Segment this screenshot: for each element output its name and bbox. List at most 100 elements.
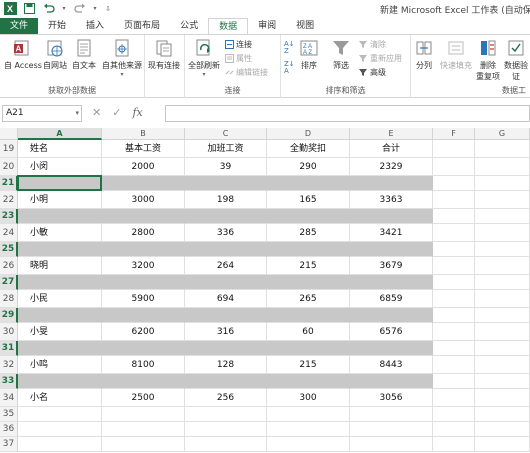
cell-a19[interactable]: 姓名 (18, 140, 102, 158)
cell-d28[interactable]: 265 (267, 290, 350, 308)
cell-b33[interactable] (102, 374, 185, 389)
cell-f36[interactable] (433, 422, 475, 437)
cell-e23[interactable] (350, 209, 433, 224)
from-other-sources-button[interactable]: 自其他来源 ▾ (102, 38, 142, 78)
cell-g26[interactable] (475, 257, 530, 275)
column-header-g[interactable]: G (475, 128, 530, 140)
redo-dropdown-icon[interactable]: ▾ (92, 2, 98, 15)
cell-f27[interactable] (433, 275, 475, 290)
row-header-21[interactable]: 21 (0, 176, 18, 191)
cell-a26[interactable]: 晓明 (18, 257, 102, 275)
cell-a33[interactable] (18, 374, 102, 389)
cell-d23[interactable] (267, 209, 350, 224)
cell-e35[interactable] (350, 407, 433, 422)
cell-f31[interactable] (433, 341, 475, 356)
cell-b29[interactable] (102, 308, 185, 323)
edit-links-button[interactable]: 编辑链接 (225, 67, 268, 78)
cell-a37[interactable] (18, 437, 102, 452)
cell-c26[interactable]: 264 (185, 257, 267, 275)
cell-g37[interactable] (475, 437, 530, 452)
cell-c28[interactable]: 694 (185, 290, 267, 308)
cell-d26[interactable]: 215 (267, 257, 350, 275)
flash-fill-button[interactable]: 快速填充 (440, 38, 472, 71)
cell-d19[interactable]: 全勤奖扣 (267, 140, 350, 158)
cell-c24[interactable]: 336 (185, 224, 267, 242)
cell-b21[interactable] (102, 176, 185, 191)
cell-e24[interactable]: 3421 (350, 224, 433, 242)
row-header-22[interactable]: 22 (0, 191, 18, 209)
refresh-all-button[interactable]: 全部刷新 ▾ (188, 38, 220, 78)
cell-b26[interactable]: 3200 (102, 257, 185, 275)
cell-c35[interactable] (185, 407, 267, 422)
cell-c30[interactable]: 316 (185, 323, 267, 341)
tab-formulas[interactable]: 公式 (170, 18, 208, 34)
cell-f19[interactable] (433, 140, 475, 158)
row-header-34[interactable]: 34 (0, 389, 18, 407)
tab-page-layout[interactable]: 页面布局 (114, 18, 170, 34)
cell-b36[interactable] (102, 422, 185, 437)
tab-home[interactable]: 开始 (38, 18, 76, 34)
cell-c37[interactable] (185, 437, 267, 452)
column-header-f[interactable]: F (433, 128, 475, 140)
cell-f32[interactable] (433, 356, 475, 374)
cell-g31[interactable] (475, 341, 530, 356)
cell-e28[interactable]: 6859 (350, 290, 433, 308)
sort-ascending-button[interactable]: A↓ Z (284, 41, 295, 55)
cell-c27[interactable] (185, 275, 267, 290)
tab-file[interactable]: 文件 (0, 18, 39, 34)
select-all-corner[interactable] (0, 128, 18, 140)
cell-a36[interactable] (18, 422, 102, 437)
cell-a27[interactable] (18, 275, 102, 290)
connections-button[interactable]: 连接 (225, 39, 252, 50)
cell-c23[interactable] (185, 209, 267, 224)
row-header-19[interactable]: 19 (0, 140, 18, 158)
cell-e37[interactable] (350, 437, 433, 452)
cell-f24[interactable] (433, 224, 475, 242)
advanced-filter-button[interactable]: 高级 (359, 67, 386, 78)
undo-dropdown-icon[interactable]: ▾ (61, 2, 67, 15)
row-header-25[interactable]: 25 (0, 242, 18, 257)
remove-duplicates-button[interactable]: 删除 重复项 (476, 38, 500, 82)
name-box-dropdown-icon[interactable]: ▾ (75, 106, 79, 121)
cell-b23[interactable] (102, 209, 185, 224)
row-header-23[interactable]: 23 (0, 209, 18, 224)
cell-g25[interactable] (475, 242, 530, 257)
cell-f30[interactable] (433, 323, 475, 341)
cell-d20[interactable]: 290 (267, 158, 350, 176)
cell-b34[interactable]: 2500 (102, 389, 185, 407)
column-header-d[interactable]: D (267, 128, 350, 140)
cell-e36[interactable] (350, 422, 433, 437)
cell-c19[interactable]: 加班工资 (185, 140, 267, 158)
undo-icon[interactable] (42, 2, 55, 15)
row-header-33[interactable]: 33 (0, 374, 18, 389)
from-access-button[interactable]: A 自 Access (4, 38, 42, 71)
cell-d33[interactable] (267, 374, 350, 389)
column-header-b[interactable]: B (102, 128, 185, 140)
cell-c34[interactable]: 256 (185, 389, 267, 407)
cell-d37[interactable] (267, 437, 350, 452)
cell-b20[interactable]: 2000 (102, 158, 185, 176)
row-header-35[interactable]: 35 (0, 407, 18, 422)
cell-a25[interactable] (18, 242, 102, 257)
from-text-button[interactable]: 自文本 (72, 38, 96, 71)
cell-b24[interactable]: 2800 (102, 224, 185, 242)
row-header-20[interactable]: 20 (0, 158, 18, 176)
cell-e33[interactable] (350, 374, 433, 389)
cell-f35[interactable] (433, 407, 475, 422)
cell-c21[interactable] (185, 176, 267, 191)
cell-b22[interactable]: 3000 (102, 191, 185, 209)
customize-qat-icon[interactable]: ⇩ (104, 2, 112, 15)
cell-f26[interactable] (433, 257, 475, 275)
existing-connections-button[interactable]: 现有连接 (148, 38, 180, 71)
cell-e20[interactable]: 2329 (350, 158, 433, 176)
cell-a30[interactable]: 小旻 (18, 323, 102, 341)
cell-b25[interactable] (102, 242, 185, 257)
row-header-29[interactable]: 29 (0, 308, 18, 323)
cell-d25[interactable] (267, 242, 350, 257)
cell-d29[interactable] (267, 308, 350, 323)
cell-b31[interactable] (102, 341, 185, 356)
cell-g35[interactable] (475, 407, 530, 422)
cell-c31[interactable] (185, 341, 267, 356)
cell-e22[interactable]: 3363 (350, 191, 433, 209)
cell-b32[interactable]: 8100 (102, 356, 185, 374)
